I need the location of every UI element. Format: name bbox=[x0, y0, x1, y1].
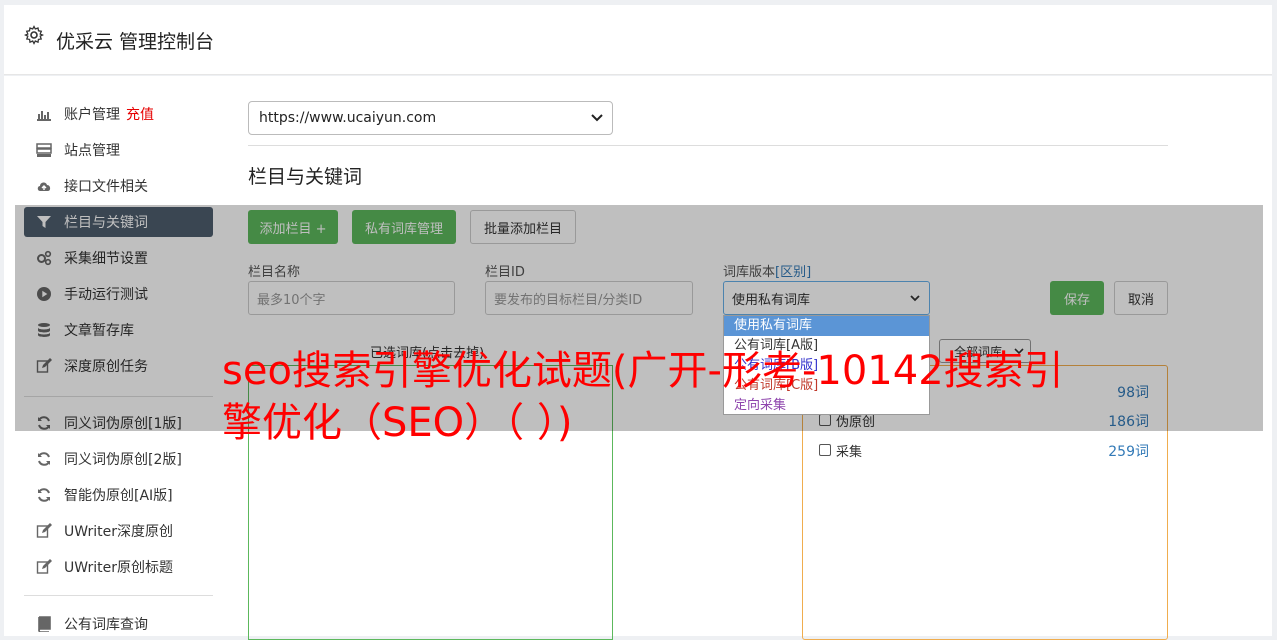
refresh-icon bbox=[36, 451, 52, 467]
dropdown-option[interactable]: 使用私有词库 bbox=[724, 316, 929, 336]
recharge-link[interactable]: 充值 bbox=[126, 104, 154, 124]
sidebar-item-label: 同义词伪原创[2版] bbox=[64, 452, 182, 468]
sidebar-item-label: 账户管理 bbox=[64, 107, 120, 123]
sidebar-item-public-lib[interactable]: 公有词库查询 bbox=[24, 609, 213, 639]
sidebar-item-uwriter-deep[interactable]: UWriter深度原创 bbox=[24, 516, 213, 546]
header-bar: 优采云 管理控制台 bbox=[4, 5, 1272, 75]
sidebar-item-label: UWriter原创标题 bbox=[64, 560, 173, 576]
sidebar-item-uwriter-title[interactable]: UWriter原创标题 bbox=[24, 552, 213, 582]
book-icon bbox=[36, 616, 52, 632]
sidebar-item-ai-original[interactable]: 智能伪原创[AI版] bbox=[24, 480, 213, 510]
divider bbox=[248, 145, 1168, 146]
bar-chart-icon bbox=[36, 106, 52, 122]
sidebar-item-account[interactable]: 账户管理 充值 bbox=[24, 99, 213, 129]
server-icon bbox=[36, 142, 52, 158]
sidebar-item-label: 公有词库查询 bbox=[64, 617, 148, 633]
chevron-down-icon bbox=[591, 114, 603, 122]
library-count: 259词 bbox=[1108, 444, 1149, 460]
sidebar-item-label: 接口文件相关 bbox=[64, 179, 148, 195]
sidebar-item-label: 智能伪原创[AI版] bbox=[64, 488, 173, 504]
overlay-title-text: seo搜索引擎优化试题(广开-形考-10142搜索引擎优化（SEO）（ ）) bbox=[222, 348, 1064, 446]
gear-icon bbox=[24, 25, 44, 45]
site-select[interactable]: https://www.ucaiyun.com bbox=[248, 101, 613, 135]
sidebar-item-sites[interactable]: 站点管理 bbox=[24, 135, 213, 165]
refresh-icon bbox=[36, 487, 52, 503]
sidebar-divider bbox=[24, 595, 213, 596]
sidebar-item-label: UWriter深度原创 bbox=[64, 524, 173, 540]
cloud-upload-icon bbox=[36, 178, 52, 194]
sidebar-item-label: 站点管理 bbox=[64, 143, 120, 159]
edit-icon bbox=[36, 559, 52, 575]
section-title: 栏目与关键词 bbox=[248, 166, 363, 188]
site-select-value: https://www.ucaiyun.com bbox=[259, 110, 437, 126]
edit-icon bbox=[36, 523, 52, 539]
sidebar-item-synonym-v2[interactable]: 同义词伪原创[2版] bbox=[24, 444, 213, 474]
page-title: 优采云 管理控制台 bbox=[56, 31, 215, 53]
sidebar-item-interface[interactable]: 接口文件相关 bbox=[24, 171, 213, 201]
